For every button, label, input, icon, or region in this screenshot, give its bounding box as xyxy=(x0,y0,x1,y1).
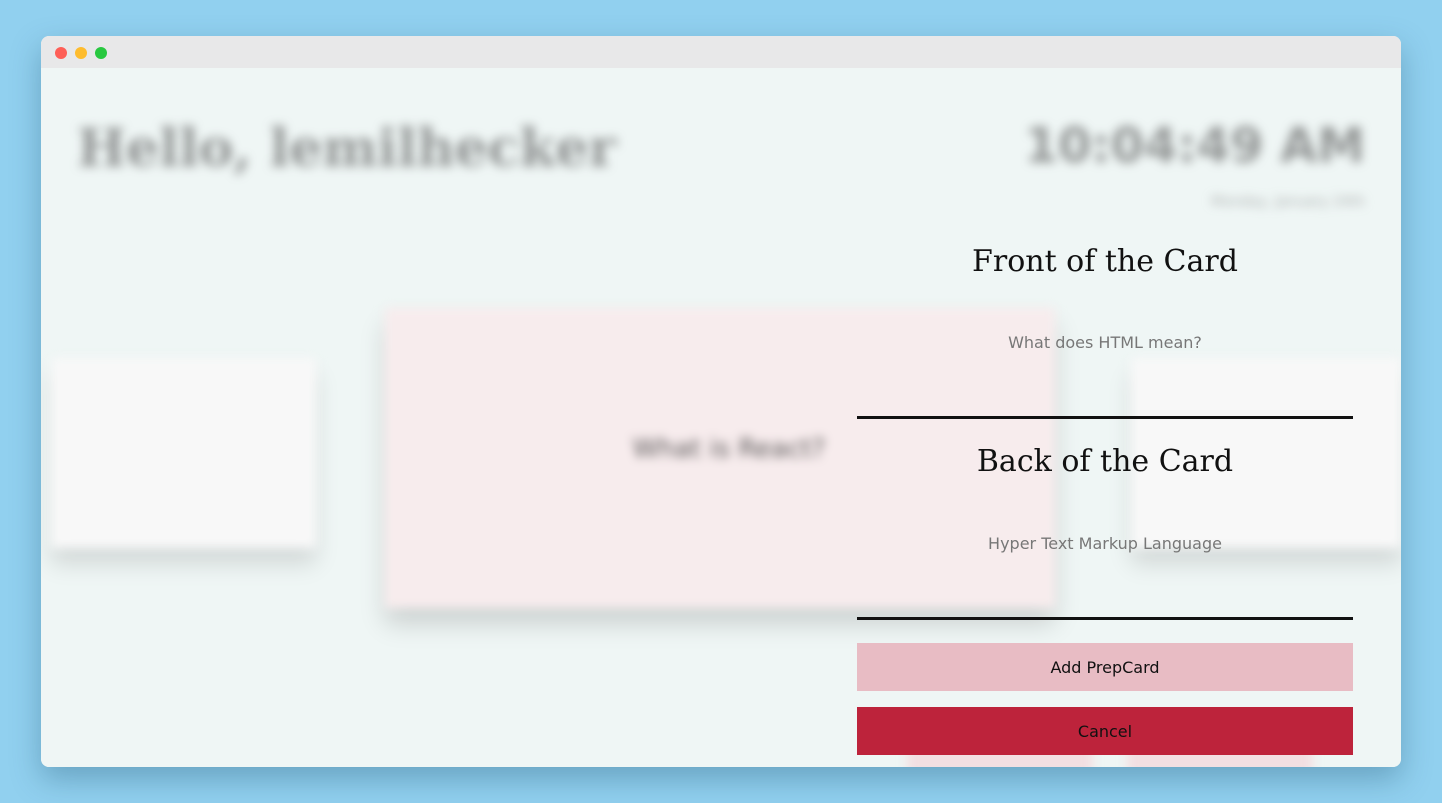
back-card-input[interactable] xyxy=(857,523,1353,620)
front-card-title: Front of the Card xyxy=(972,244,1238,279)
cancel-button[interactable]: Cancel xyxy=(857,707,1353,755)
front-card-input[interactable] xyxy=(857,322,1353,419)
clock-time: 10:04:49 AM xyxy=(1024,118,1365,174)
clock-date: Monday, January 24th xyxy=(1211,194,1365,210)
add-prepcard-button[interactable]: Add PrepCard xyxy=(857,643,1353,691)
prep-card-previous xyxy=(51,358,316,548)
window-titlebar xyxy=(41,36,1401,68)
close-window-button[interactable] xyxy=(55,47,67,59)
back-card-title: Back of the Card xyxy=(976,444,1234,479)
app-content: Hello, lemilhecker 10:04:49 AM Monday, J… xyxy=(41,68,1401,767)
zoom-window-button[interactable] xyxy=(95,47,107,59)
minimize-window-button[interactable] xyxy=(75,47,87,59)
prep-card-question: What is React? xyxy=(632,434,826,464)
greeting-heading: Hello, lemilhecker xyxy=(77,118,617,179)
app-window: Hello, lemilhecker 10:04:49 AM Monday, J… xyxy=(41,36,1401,767)
